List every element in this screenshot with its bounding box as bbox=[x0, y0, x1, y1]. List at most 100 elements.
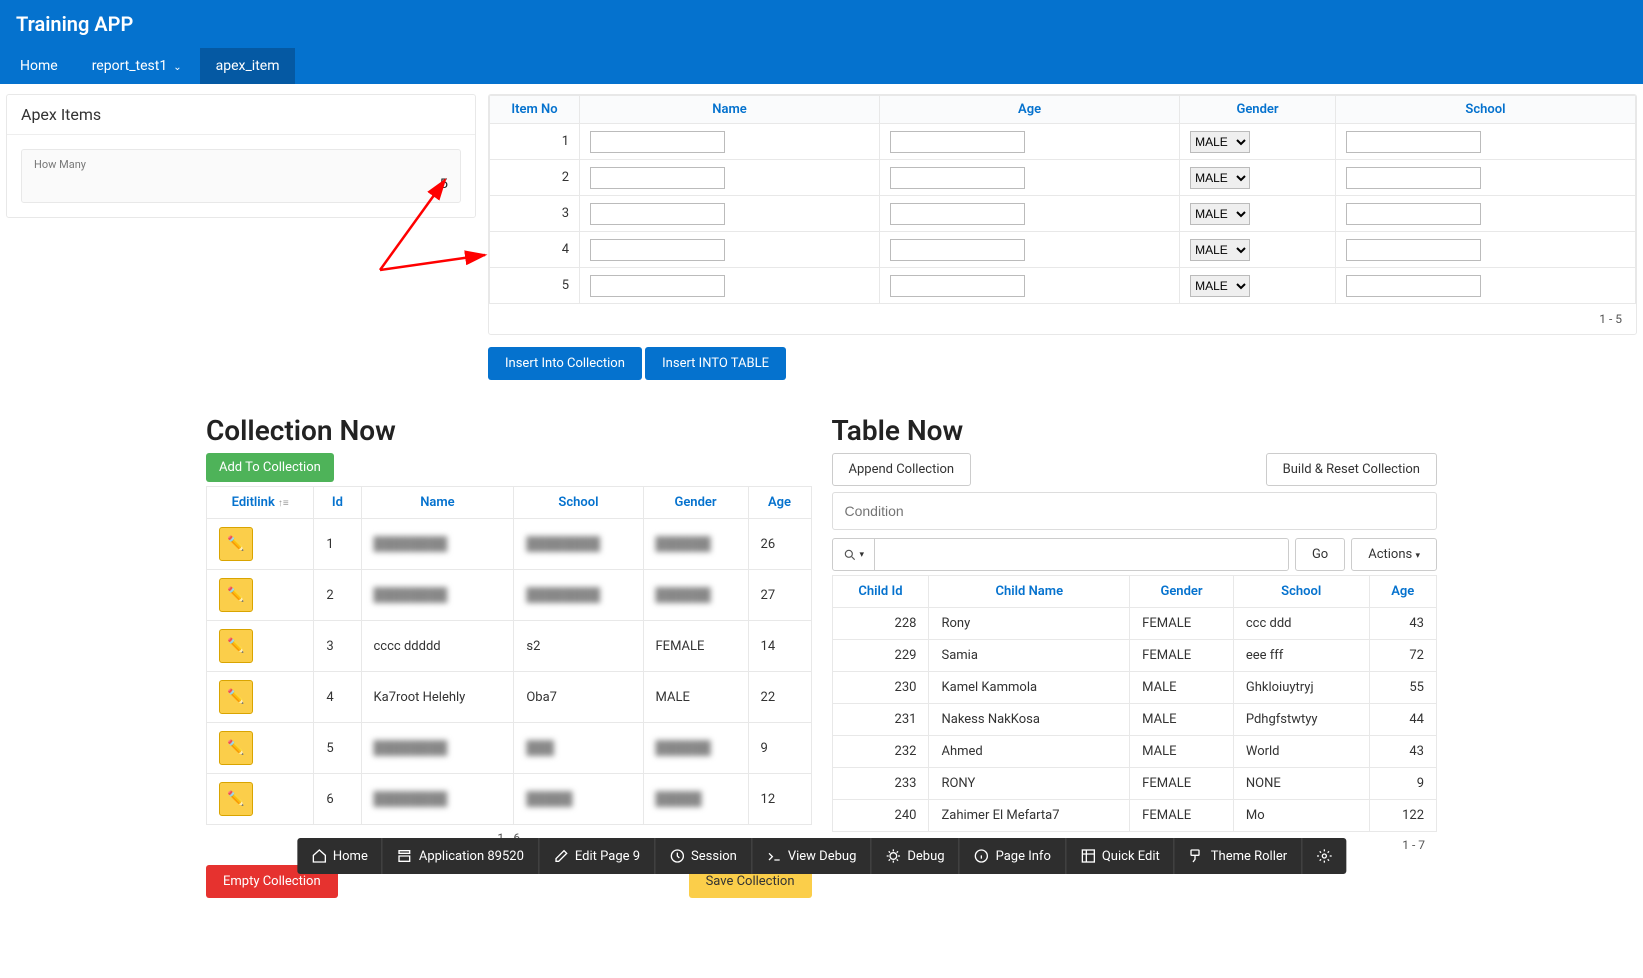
append-collection-button[interactable]: Append Collection bbox=[832, 453, 972, 486]
child-gender: FEMALE bbox=[1130, 640, 1234, 672]
apex-items-region: Apex Items How Many bbox=[6, 94, 476, 218]
table-header[interactable]: Gender bbox=[1130, 576, 1234, 608]
age-input[interactable] bbox=[890, 275, 1025, 297]
go-button[interactable]: Go bbox=[1295, 538, 1345, 571]
item-no: 5 bbox=[490, 268, 580, 304]
apex-items-title: Apex Items bbox=[7, 95, 475, 135]
developer-toolbar: Home Application 89520 Edit Page 9 Sessi… bbox=[297, 838, 1346, 874]
name-input[interactable] bbox=[590, 239, 725, 261]
insert-table-button[interactable]: Insert INTO TABLE bbox=[645, 347, 786, 380]
name-input[interactable] bbox=[590, 167, 725, 189]
tab-home[interactable]: Home bbox=[4, 48, 74, 84]
edit-row-button[interactable]: ✏️ bbox=[219, 578, 253, 612]
school-input[interactable] bbox=[1346, 239, 1481, 261]
collection-header[interactable]: School bbox=[514, 487, 643, 519]
row-school: s2 bbox=[514, 621, 643, 672]
insert-collection-button[interactable]: Insert Into Collection bbox=[488, 347, 642, 380]
child-name: Kamel Kammola bbox=[929, 672, 1130, 704]
gender-select[interactable]: MALE bbox=[1190, 131, 1250, 153]
item-no: 3 bbox=[490, 196, 580, 232]
add-to-collection-button[interactable]: Add To Collection bbox=[206, 453, 334, 482]
child-name: Rony bbox=[929, 608, 1130, 640]
dev-edit-page[interactable]: Edit Page 9 bbox=[539, 838, 655, 874]
row-name: cccc ddddd bbox=[361, 621, 514, 672]
row-name: ████████ bbox=[361, 723, 514, 774]
age-input[interactable] bbox=[890, 167, 1025, 189]
gender-select[interactable]: MALE bbox=[1190, 239, 1250, 261]
collection-header[interactable]: Gender bbox=[643, 487, 748, 519]
school-input[interactable] bbox=[1346, 167, 1481, 189]
how-many-label: How Many bbox=[34, 158, 448, 171]
table-header[interactable]: School bbox=[1233, 576, 1369, 608]
collection-now-section: Collection Now Add To Collection Editlin… bbox=[206, 414, 812, 898]
row-name: ████████ bbox=[361, 519, 514, 570]
row-school: ████████ bbox=[514, 570, 643, 621]
table-header[interactable]: Child Name bbox=[929, 576, 1130, 608]
school-input[interactable] bbox=[1346, 203, 1481, 225]
dev-gear-icon[interactable] bbox=[1302, 838, 1346, 874]
row-age: 27 bbox=[748, 570, 811, 621]
row-id: 4 bbox=[314, 672, 361, 723]
grid-header[interactable]: Gender bbox=[1180, 96, 1336, 124]
child-name: Samia bbox=[929, 640, 1130, 672]
edit-row-button[interactable]: ✏️ bbox=[219, 527, 253, 561]
child-age: 43 bbox=[1369, 736, 1436, 768]
collection-header[interactable]: Editlink↑≡ bbox=[207, 487, 314, 519]
age-input[interactable] bbox=[890, 239, 1025, 261]
school-input[interactable] bbox=[1346, 131, 1481, 153]
age-input[interactable] bbox=[890, 131, 1025, 153]
grid-header[interactable]: Name bbox=[580, 96, 880, 124]
dev-theme-roller[interactable]: Theme Roller bbox=[1175, 838, 1302, 874]
edit-row-button[interactable]: ✏️ bbox=[219, 782, 253, 816]
age-input[interactable] bbox=[890, 203, 1025, 225]
gender-select[interactable]: MALE bbox=[1190, 167, 1250, 189]
gender-select[interactable]: MALE bbox=[1190, 203, 1250, 225]
search-input[interactable] bbox=[875, 539, 1288, 570]
item-no: 1 bbox=[490, 124, 580, 160]
table-header[interactable]: Age bbox=[1369, 576, 1436, 608]
grid-header[interactable]: School bbox=[1335, 96, 1635, 124]
dev-debug[interactable]: Debug bbox=[871, 838, 959, 874]
edit-row-button[interactable]: ✏️ bbox=[219, 731, 253, 765]
how-many-input[interactable] bbox=[34, 171, 448, 191]
name-input[interactable] bbox=[590, 203, 725, 225]
school-input[interactable] bbox=[1346, 275, 1481, 297]
tab-apex-item[interactable]: apex_item bbox=[200, 48, 296, 84]
edit-row-button[interactable]: ✏️ bbox=[219, 680, 253, 714]
grid-header[interactable]: Age bbox=[880, 96, 1180, 124]
grid-header[interactable]: Item No bbox=[490, 96, 580, 124]
row-id: 3 bbox=[314, 621, 361, 672]
dev-view-debug[interactable]: View Debug bbox=[752, 838, 872, 874]
row-school: Oba7 bbox=[514, 672, 643, 723]
row-school: ████████ bbox=[514, 519, 643, 570]
child-id: 240 bbox=[832, 800, 929, 832]
table-header[interactable]: Child Id bbox=[832, 576, 929, 608]
dev-session[interactable]: Session bbox=[655, 838, 752, 874]
edit-row-button[interactable]: ✏️ bbox=[219, 629, 253, 663]
child-school: eee fff bbox=[1233, 640, 1369, 672]
how-many-item[interactable]: How Many bbox=[21, 149, 461, 203]
child-gender: MALE bbox=[1130, 704, 1234, 736]
dev-application[interactable]: Application 89520 bbox=[383, 838, 539, 874]
name-input[interactable] bbox=[590, 131, 725, 153]
child-school: NONE bbox=[1233, 768, 1369, 800]
dev-quick-edit[interactable]: Quick Edit bbox=[1066, 838, 1175, 874]
dev-page-info[interactable]: Page Info bbox=[960, 838, 1066, 874]
child-age: 9 bbox=[1369, 768, 1436, 800]
tab-report-test1[interactable]: report_test1⌄ bbox=[76, 48, 198, 84]
dev-home[interactable]: Home bbox=[297, 838, 383, 874]
collection-header[interactable]: Age bbox=[748, 487, 811, 519]
row-school: █████ bbox=[514, 774, 643, 825]
build-reset-button[interactable]: Build & Reset Collection bbox=[1266, 453, 1437, 486]
condition-input[interactable] bbox=[832, 492, 1438, 530]
collection-header[interactable]: Id bbox=[314, 487, 361, 519]
child-age: 122 bbox=[1369, 800, 1436, 832]
collection-header[interactable]: Name bbox=[361, 487, 514, 519]
actions-menu[interactable]: Actions ▾ bbox=[1351, 538, 1437, 571]
search-icon[interactable]: ▾ bbox=[833, 539, 876, 570]
name-input[interactable] bbox=[590, 275, 725, 297]
child-id: 228 bbox=[832, 608, 929, 640]
child-school: ccc ddd bbox=[1233, 608, 1369, 640]
gender-select[interactable]: MALE bbox=[1190, 275, 1250, 297]
row-name: ████████ bbox=[361, 570, 514, 621]
